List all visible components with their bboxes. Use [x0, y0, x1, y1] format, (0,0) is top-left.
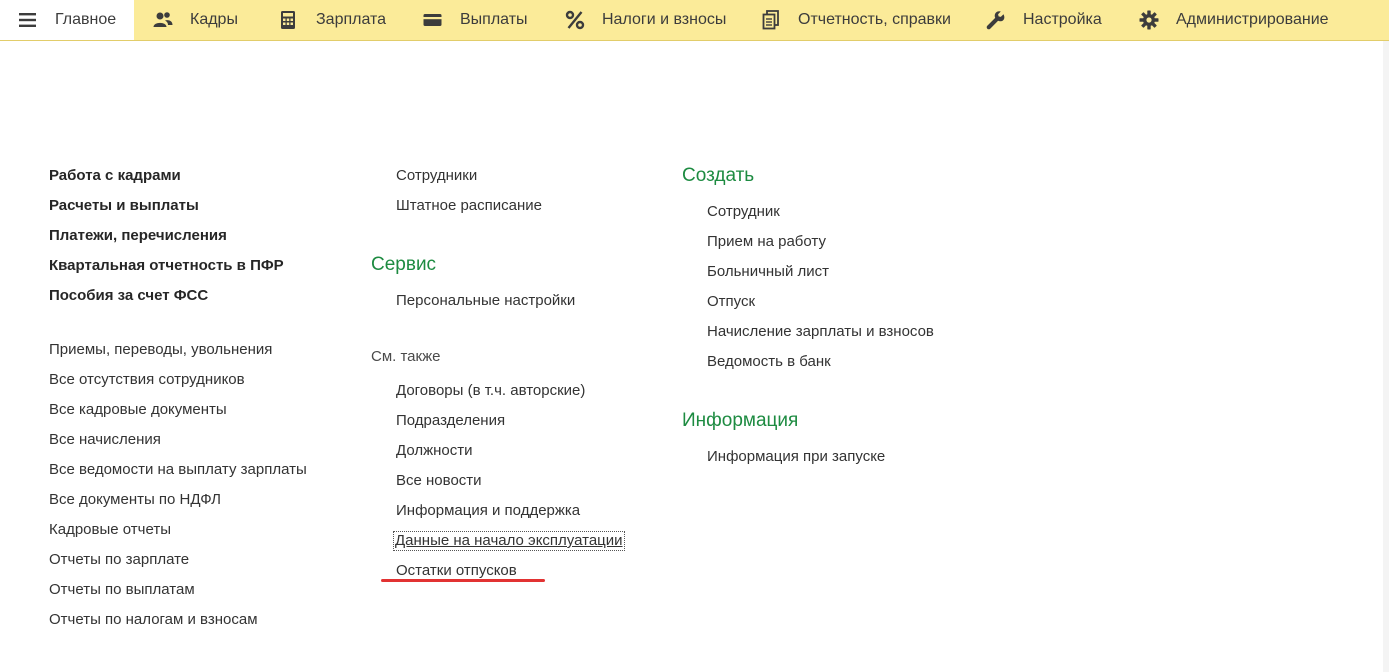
wallet-icon [423, 10, 443, 30]
section-link-hr-work[interactable]: Работа с кадрами [49, 167, 181, 185]
see-also-title: См. также [371, 348, 441, 365]
link-staff-schedule[interactable]: Штатное расписание [396, 197, 542, 215]
section-link-fss-benefits[interactable]: Пособия за счет ФСС [49, 287, 208, 305]
link-positions[interactable]: Должности [396, 442, 473, 460]
service-section-title: Сервис [371, 254, 437, 275]
create-vacation-link[interactable]: Отпуск [707, 293, 755, 311]
link-hr-reports[interactable]: Кадровые отчеты [49, 521, 171, 539]
link-departments[interactable]: Подразделения [396, 412, 505, 430]
tab-administration-label: Администрирование [1176, 11, 1329, 28]
link-payment-reports[interactable]: Отчеты по выплатам [49, 581, 195, 599]
people-icon [153, 10, 173, 30]
tab-taxes[interactable]: Налоги и взносы [565, 0, 726, 40]
create-hire-link[interactable]: Прием на работу [707, 233, 826, 251]
link-info-support[interactable]: Информация и поддержка [396, 502, 580, 520]
tab-payments[interactable]: Выплаты [423, 0, 528, 40]
section-link-payments[interactable]: Платежи, перечисления [49, 227, 227, 245]
tab-administration[interactable]: Администрирование [1139, 0, 1329, 40]
tab-settings[interactable]: Настройка [986, 0, 1102, 40]
menu-icon [18, 10, 38, 30]
link-all-accruals[interactable]: Все начисления [49, 431, 161, 449]
link-hires-transfers[interactable]: Приемы, переводы, увольнения [49, 341, 272, 359]
tab-main[interactable]: Главное [0, 0, 134, 40]
link-all-payroll-statements[interactable]: Все ведомости на выплату зарплаты [49, 461, 307, 479]
annotation-underline [381, 579, 545, 582]
link-all-hr-documents[interactable]: Все кадровые документы [49, 401, 227, 419]
create-section-title: Создать [682, 165, 755, 186]
link-personal-settings[interactable]: Персональные настройки [396, 292, 575, 310]
tab-payments-label: Выплаты [460, 11, 528, 28]
documents-icon [761, 10, 781, 30]
tab-salary[interactable]: Зарплата [279, 0, 386, 40]
link-contracts[interactable]: Договоры (в т.ч. авторские) [396, 382, 585, 400]
create-sick-leave-link[interactable]: Больничный лист [707, 263, 829, 281]
create-bank-statement-link[interactable]: Ведомость в банк [707, 353, 831, 371]
link-all-absences[interactable]: Все отсутствия сотрудников [49, 371, 245, 389]
link-initial-data[interactable]: Данные на начало эксплуатации [393, 531, 625, 551]
percent-icon [565, 10, 585, 30]
section-link-pfr-reports[interactable]: Квартальная отчетность в ПФР [49, 257, 284, 275]
link-salary-reports[interactable]: Отчеты по зарплате [49, 551, 189, 569]
link-startup-info[interactable]: Информация при запуске [707, 448, 885, 466]
tab-settings-label: Настройка [1023, 11, 1102, 28]
tab-hr-label: Кадры [190, 11, 238, 28]
main-content: Работа с кадрами Расчеты и выплаты Плате… [0, 41, 1389, 672]
link-vacation-balances[interactable]: Остатки отпусков [396, 562, 517, 580]
link-all-news[interactable]: Все новости [396, 472, 482, 490]
link-employees[interactable]: Сотрудники [396, 167, 477, 185]
top-navigation-bar: Главное Кадры Зарплата Выплаты Налоги и … [0, 0, 1389, 41]
create-employee-link[interactable]: Сотрудник [707, 203, 780, 221]
vertical-scrollbar[interactable] [1383, 41, 1389, 672]
tab-reports[interactable]: Отчетность, справки [761, 0, 951, 40]
tab-main-label: Главное [55, 11, 117, 28]
create-salary-accrual-link[interactable]: Начисление зарплаты и взносов [707, 323, 934, 341]
gear-icon [1139, 10, 1159, 30]
tab-taxes-label: Налоги и взносы [602, 11, 727, 28]
info-section-title: Информация [682, 410, 799, 431]
section-link-calculations[interactable]: Расчеты и выплаты [49, 197, 199, 215]
tab-hr[interactable]: Кадры [153, 0, 238, 40]
tab-reports-label: Отчетность, справки [798, 11, 951, 28]
calculator-icon [279, 10, 299, 30]
tab-salary-label: Зарплата [316, 11, 387, 28]
link-all-ndfl-documents[interactable]: Все документы по НДФЛ [49, 491, 221, 509]
wrench-icon [986, 10, 1006, 30]
link-tax-reports[interactable]: Отчеты по налогам и взносам [49, 611, 258, 629]
